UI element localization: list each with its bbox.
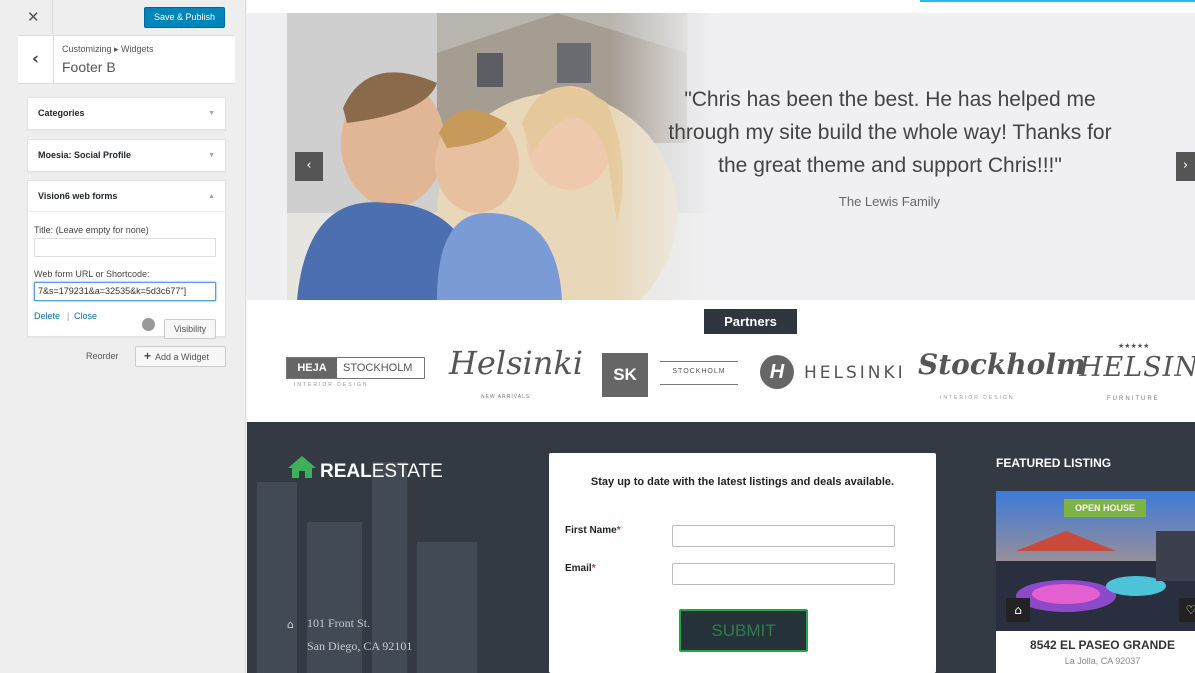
breadcrumb: Customizing ▸ Widgets — [62, 44, 154, 54]
widget-header[interactable]: Categories ▼ — [28, 98, 225, 129]
header-divider — [52, 0, 53, 34]
logo-text: HELSINKI — [1079, 352, 1195, 383]
url-field[interactable]: 7&s=179231&a=32535&k=5d3c677"] — [34, 282, 216, 301]
logo-text: Stockholm — [918, 348, 1086, 381]
partner-logo-helsinki-furniture[interactable]: ★★★★★ HELSINKI FURNITURE — [1079, 342, 1195, 408]
widget-header[interactable]: Vision6 web forms ▲ — [28, 181, 225, 212]
next-slide-button[interactable]: › — [1176, 152, 1195, 181]
address-line: San Diego, CA 92101 — [307, 639, 413, 653]
logo-text: STOCKHOLM — [672, 368, 726, 375]
address-line: 101 Front St. — [307, 616, 371, 630]
email-label-text: Email — [565, 563, 592, 574]
widget-social-profile[interactable]: Moesia: Social Profile ▼ — [27, 139, 226, 172]
submit-button[interactable]: SUBMIT — [679, 609, 808, 652]
reorder-link[interactable]: Reorder — [86, 351, 119, 361]
widget-form: Title: (Leave empty for none) Web form U… — [28, 212, 225, 339]
preview-topbar — [247, 0, 1195, 13]
quote-line: "Chris has been the best. He has helped … — [684, 88, 1096, 111]
close-icon[interactable]: ✕ — [27, 8, 40, 26]
widget-title: Moesia: Social Profile — [38, 150, 132, 160]
open-house-badge: OPEN HOUSE — [1064, 499, 1146, 517]
logo-rule — [660, 384, 738, 385]
logo-subtext: FURNITURE — [1107, 396, 1160, 402]
add-widget-label: Add a Widget — [155, 352, 210, 362]
chevron-up-icon[interactable]: ▲ — [208, 181, 215, 212]
testimonial-author: The Lewis Family — [838, 194, 941, 209]
add-widget-button[interactable]: + Add a Widget — [135, 346, 226, 367]
quote-line: through my site build the whole way! Tha… — [668, 121, 1112, 144]
logo-text: HELSINKI — [804, 363, 906, 383]
section-title: Footer B — [62, 59, 116, 75]
delete-link[interactable]: Delete — [34, 311, 60, 321]
site-logo[interactable]: REALESTATE — [287, 455, 443, 483]
partner-logo-heja[interactable]: HEJA STOCKHOLM INTERIOR DESIGN — [286, 357, 425, 403]
logo-mark: SK — [602, 353, 648, 397]
partners-section: Partners HEJA STOCKHOLM INTERIOR DESIGN … — [247, 300, 1195, 422]
partner-logo-stockholm-script[interactable]: Stockholm INTERIOR DESIGN — [918, 348, 1086, 402]
form-intro: Stay up to date with the latest listings… — [590, 476, 895, 488]
chevron-down-icon[interactable]: ▼ — [208, 98, 215, 129]
chevron-down-icon[interactable]: ▼ — [208, 140, 215, 171]
heart-icon[interactable]: ♡ — [1179, 598, 1195, 622]
save-publish-button[interactable]: Save & Publish — [144, 7, 225, 28]
logo-text: HEJA — [287, 358, 337, 378]
featured-listing-title: FEATURED LISTING — [996, 456, 1112, 470]
logo-text: STOCKHOLM — [343, 362, 413, 374]
required-mark: * — [616, 525, 621, 536]
close-link[interactable]: Close — [74, 311, 97, 321]
topbar-accent — [920, 0, 1195, 2]
logo-subtext: INTERIOR DESIGN — [940, 395, 1015, 401]
brand-bold: REAL — [320, 461, 372, 482]
plus-icon: + — [144, 349, 152, 363]
listing-name[interactable]: 8542 EL PASEO GRANDE — [996, 638, 1195, 652]
customizer-sidebar: ✕ Save & Publish ‹ Customizing ▸ Widgets… — [0, 0, 246, 673]
widget-title: Vision6 web forms — [38, 191, 118, 201]
logo-subtext: NEW ARRIVALS — [481, 394, 531, 400]
title-field[interactable] — [34, 238, 216, 257]
testimonial-quote: "Chris has been the best. He has helped … — [635, 83, 1145, 182]
logo-mark: H — [760, 355, 794, 389]
partner-logo-helsinki-script[interactable]: Helsinki NEW ARRIVALS — [449, 344, 583, 402]
back-button[interactable]: ‹ — [18, 36, 54, 83]
widget-vision6-forms: Vision6 web forms ▲ Title: (Leave empty … — [27, 180, 226, 339]
section-header: ‹ Customizing ▸ Widgets Footer B — [18, 35, 235, 84]
first-name-label-text: First Name — [565, 525, 617, 536]
site-preview: "Chris has been the best. He has helped … — [247, 0, 1195, 673]
widget-header[interactable]: Moesia: Social Profile ▼ — [28, 140, 225, 171]
link-separator: | — [67, 311, 70, 321]
house-icon — [288, 456, 316, 478]
newsletter-form: Stay up to date with the latest listings… — [549, 453, 936, 673]
first-name-field[interactable] — [672, 525, 895, 547]
rating-stars: ★★★★★ — [1118, 342, 1150, 350]
visibility-button[interactable]: Visibility — [164, 319, 216, 339]
home-icon[interactable]: ⌂ — [1006, 598, 1030, 622]
logo-subtext: INTERIOR DESIGN — [294, 382, 369, 388]
email-field[interactable] — [672, 563, 895, 585]
partners-heading: Partners — [704, 309, 797, 334]
site-footer: REALESTATE ⌂ 101 Front St. San Diego, CA… — [247, 422, 1195, 673]
first-name-label: First Name* — [565, 525, 621, 536]
required-mark: * — [591, 563, 596, 574]
home-icon: ⌂ — [287, 618, 294, 631]
url-field-label: Web form URL or Shortcode: — [34, 269, 150, 279]
email-label: Email* — [565, 563, 596, 574]
prev-slide-button[interactable]: ‹ — [295, 152, 323, 181]
title-field-label: Title: (Leave empty for none) — [34, 225, 149, 235]
brand-light: ESTATE — [371, 461, 443, 482]
customizer-header: ✕ Save & Publish — [0, 0, 246, 34]
testimonial-slider: "Chris has been the best. He has helped … — [247, 13, 1195, 300]
partner-logo-helsinki-mark[interactable]: H HELSINKI — [760, 355, 903, 391]
featured-listing-card[interactable]: OPEN HOUSE ⌂ ♡ 8542 EL PASEO GRANDE La J… — [996, 491, 1195, 673]
widget-categories[interactable]: Categories ▼ — [27, 97, 226, 130]
partner-logo-sk[interactable]: SK STOCKHOLM — [602, 353, 742, 399]
quote-line: the great theme and support Chris!!!" — [718, 154, 1062, 177]
listing-city: La Jolla, CA 92037 — [1064, 656, 1141, 666]
logo-text: Helsinki — [449, 344, 583, 382]
visibility-icon — [142, 318, 155, 331]
widget-title: Categories — [38, 108, 85, 118]
logo-rule — [660, 361, 738, 362]
